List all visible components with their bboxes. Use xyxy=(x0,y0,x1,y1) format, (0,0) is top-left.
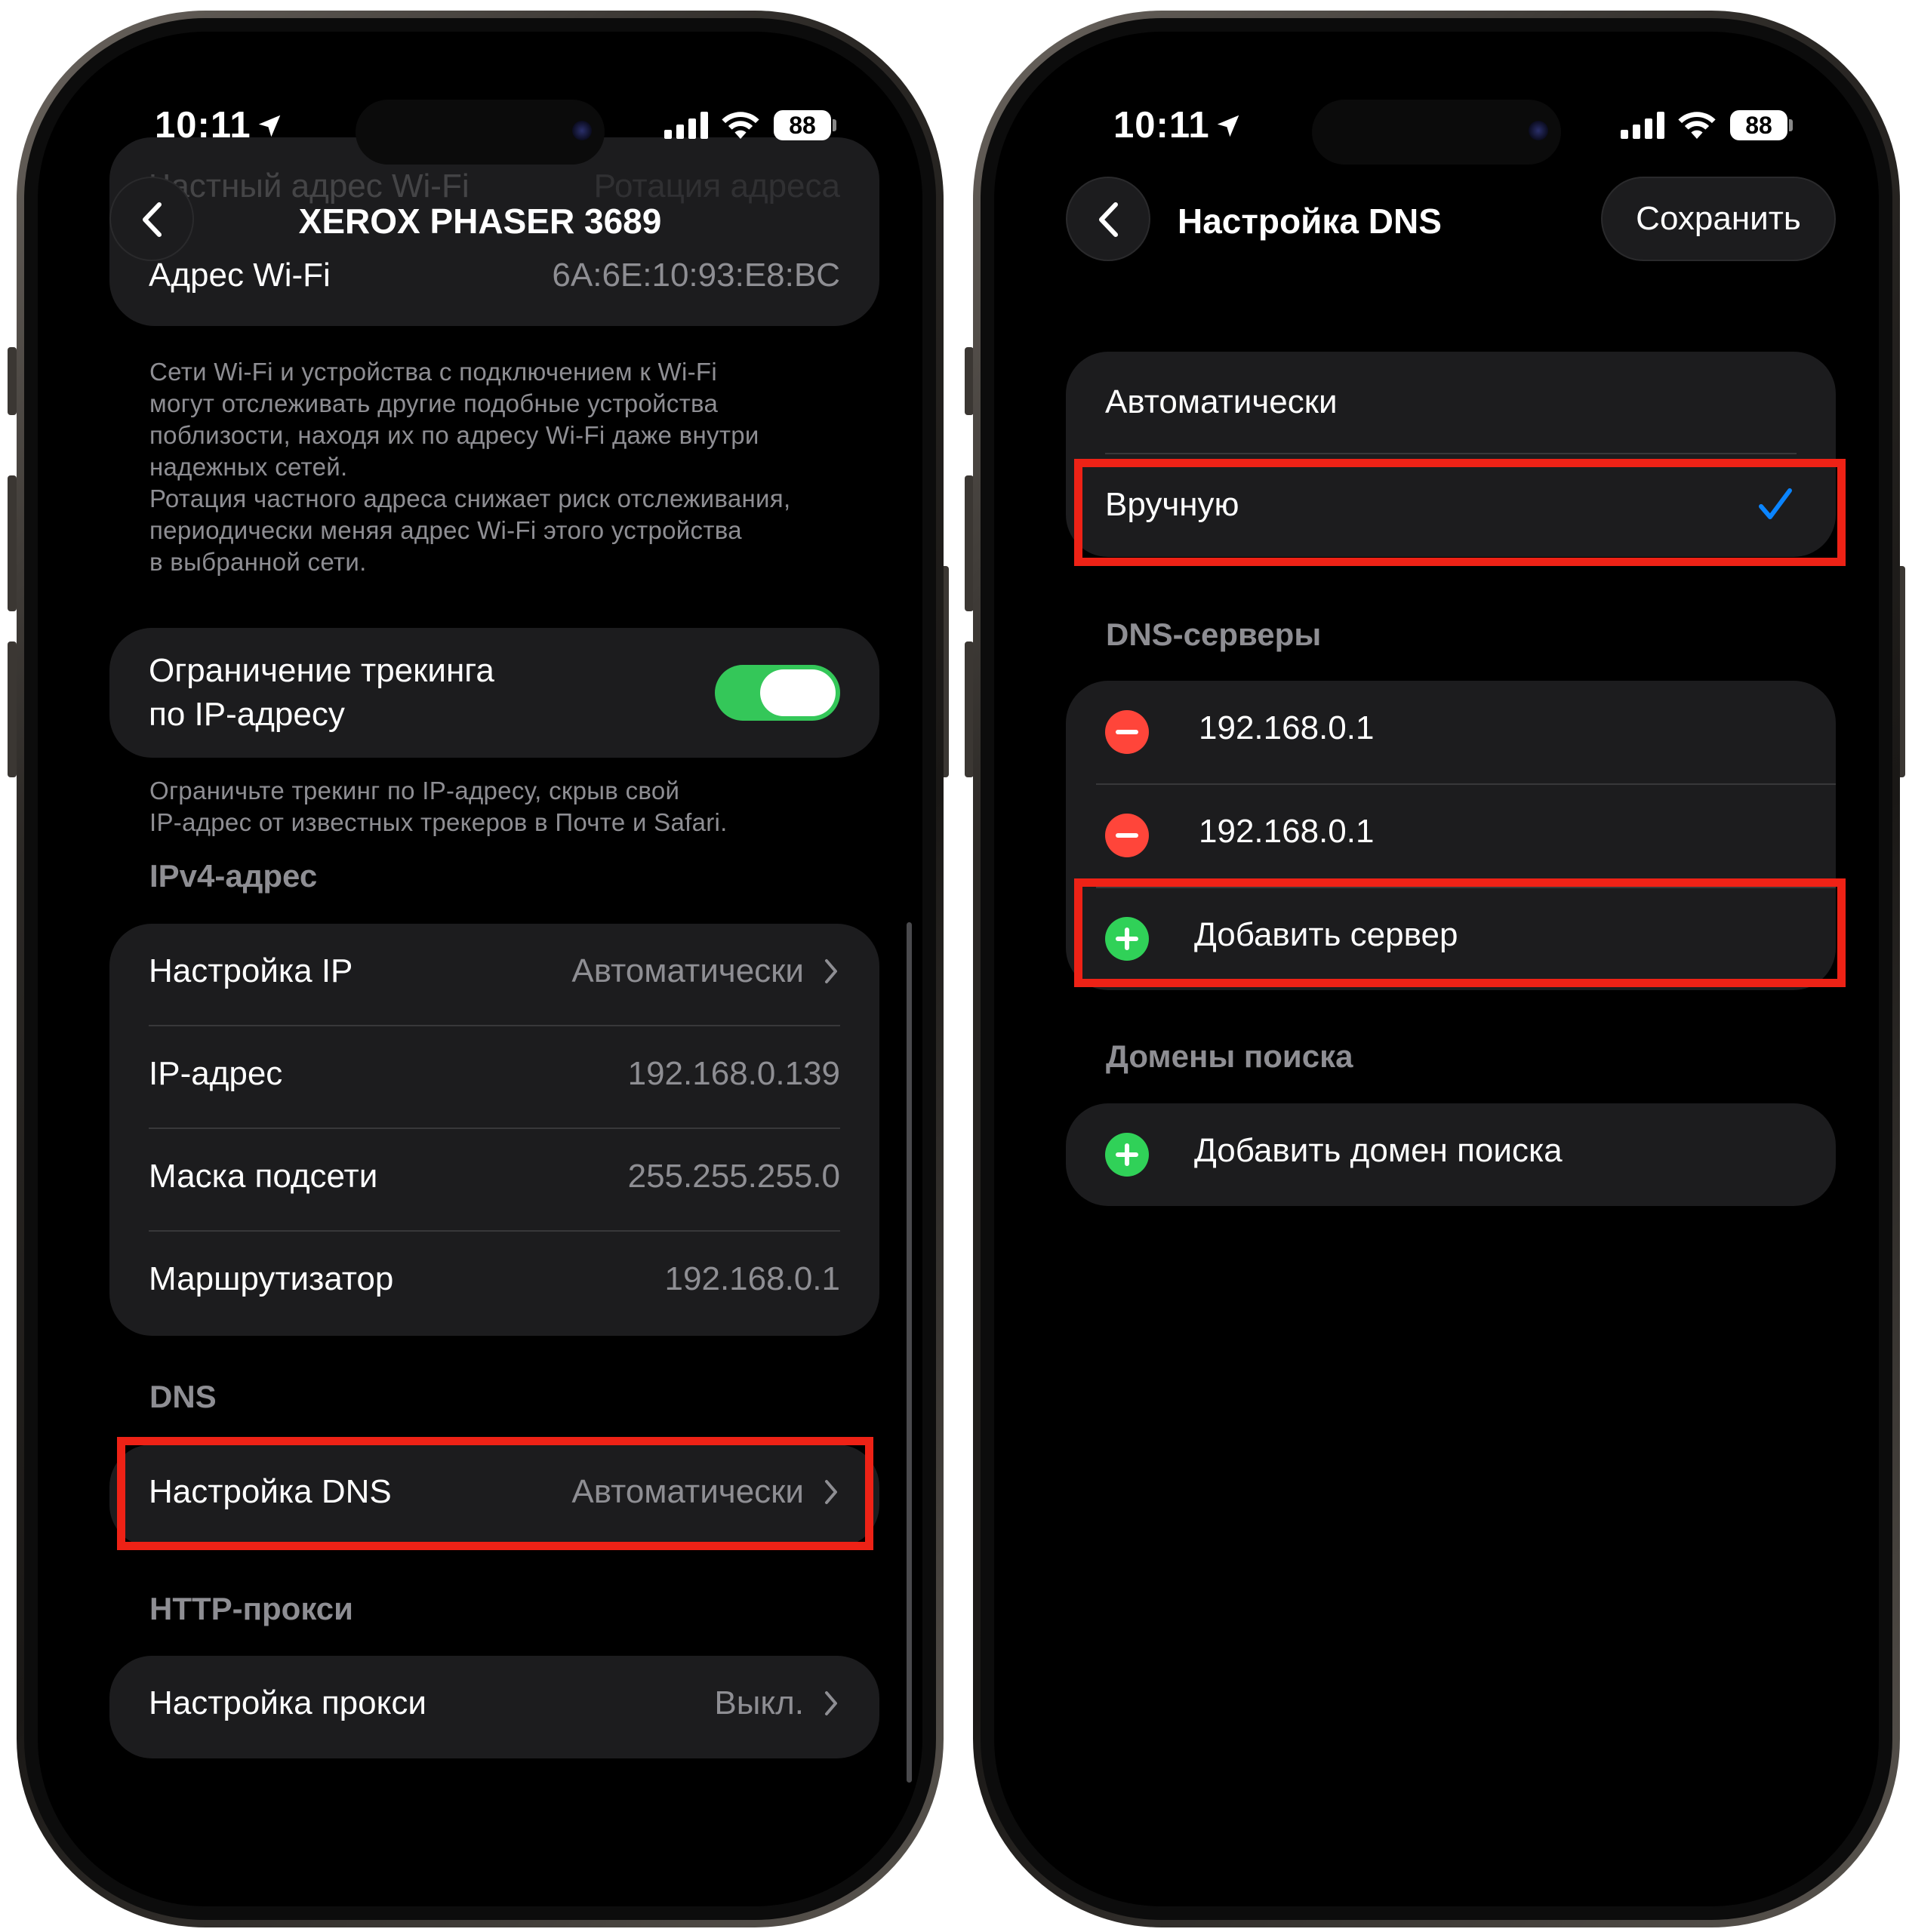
dns-server-address[interactable]: 192.168.0.1 xyxy=(1199,813,1374,851)
add-icon xyxy=(1105,1133,1149,1177)
footnote-line: IP-адрес от известных трекеров в Почте и… xyxy=(149,808,728,836)
dns-servers-header: DNS-серверы xyxy=(1106,617,1322,652)
ip-address-label: IP-адрес xyxy=(149,1055,283,1092)
ip-tracking-label-line1: Ограничение трекинга xyxy=(149,652,494,689)
footnote-line: периодически меняя адрес Wi-Fi этого уст… xyxy=(149,516,742,544)
camera-icon xyxy=(1529,121,1548,140)
wifi-icon xyxy=(1678,112,1716,139)
cellular-signal-icon xyxy=(1621,112,1664,139)
dns-header: DNS xyxy=(149,1379,217,1414)
dynamic-island xyxy=(356,100,605,165)
battery-tip xyxy=(833,119,836,131)
ip-tracking-label-line2: по IP-адресу xyxy=(149,696,345,733)
chevron-right-icon xyxy=(825,1691,837,1715)
status-bar: 10:11 88 xyxy=(38,100,922,165)
scrollbar[interactable] xyxy=(907,922,912,1783)
dns-config-highlight xyxy=(117,1437,873,1550)
wifi-address-footnote: Сети Wi-Fi и устройства с подключением к… xyxy=(149,356,790,578)
ip-tracking-footnote: Ограничьте трекинг по IP-адресу, скрыв с… xyxy=(149,775,728,838)
right-phone: 10:11 88 Настройка DNS Сохранить Автомат xyxy=(973,11,1900,1927)
subnet-mask-value: 255.255.255.0 xyxy=(627,1158,840,1195)
action-button xyxy=(8,347,17,415)
ip-tracking-card: Ограничение трекинга по IP-адресу xyxy=(109,628,879,758)
ip-tracking-label: Ограничение трекинга по IP-адресу xyxy=(149,649,494,737)
search-domains-header: Домены поиска xyxy=(1106,1038,1353,1074)
proxy-config-value: Выкл. xyxy=(714,1684,804,1721)
ipv4-card: Настройка IP Автоматически IP-адрес 192.… xyxy=(109,924,879,1336)
ip-config-label: Настройка IP xyxy=(149,952,353,989)
delete-server-icon[interactable] xyxy=(1105,814,1149,857)
status-time: 10:11 xyxy=(1113,105,1210,146)
status-time: 10:11 xyxy=(155,105,251,146)
dns-server-row[interactable]: 192.168.0.1 xyxy=(1066,681,1836,783)
separator xyxy=(149,1128,840,1129)
wifi-details-screen: Частный адрес Wi-Fi Ротация адреса Адрес… xyxy=(38,32,922,1906)
camera-icon xyxy=(572,121,592,140)
left-phone: Частный адрес Wi-Fi Ротация адреса Адрес… xyxy=(17,11,944,1927)
dynamic-island xyxy=(1312,100,1561,165)
footnote-line: Сети Wi-Fi и устройства с подключением к… xyxy=(149,358,717,386)
router-label: Маршрутизатор xyxy=(149,1260,394,1297)
status-bar: 10:11 88 xyxy=(994,100,1879,165)
back-button[interactable] xyxy=(1066,177,1150,261)
private-address-label: Частный адрес Wi-Fi xyxy=(149,168,470,205)
manual-mode-highlight xyxy=(1074,459,1846,566)
private-address-value: Ротация адреса xyxy=(593,168,840,205)
delete-server-icon[interactable] xyxy=(1105,710,1149,754)
cellular-signal-icon xyxy=(664,112,708,139)
footnote-line: поблизости, находя их по адресу Wi-Fi да… xyxy=(149,421,759,449)
nav-title: XEROX PHASER 3689 xyxy=(298,202,662,241)
footnote-line: Ротация частного адреса снижает риск отс… xyxy=(149,485,791,512)
add-server-highlight xyxy=(1074,878,1846,987)
ipv4-header: IPv4-адрес xyxy=(149,858,318,894)
separator xyxy=(1105,453,1797,454)
footnote-line: могут отслеживать другие подобные устрой… xyxy=(149,389,719,417)
battery-tip xyxy=(1789,119,1793,131)
separator xyxy=(149,1230,840,1232)
subnet-mask-label: Маска подсети xyxy=(149,1158,378,1195)
wifi-icon xyxy=(722,112,759,139)
chevron-right-icon xyxy=(825,959,837,983)
proxy-header: HTTP-прокси xyxy=(149,1591,353,1626)
add-domain-label: Добавить домен поиска xyxy=(1194,1132,1563,1169)
footnote-line: надежных сетей. xyxy=(149,453,348,481)
dns-server-address[interactable]: 192.168.0.1 xyxy=(1199,709,1374,747)
ip-config-value: Автоматически xyxy=(571,952,804,989)
mode-automatic-label: Автоматически xyxy=(1105,383,1338,420)
wifi-address-value: 6A:6E:10:93:E8:BC xyxy=(552,257,840,294)
separator xyxy=(149,1025,840,1026)
footnote-line: Ограничьте трекинг по IP-адресу, скрыв с… xyxy=(149,777,680,804)
nav-title: Настройка DNS xyxy=(1178,202,1442,241)
volume-up-button xyxy=(8,475,17,611)
ip-address-value: 192.168.0.139 xyxy=(627,1055,840,1092)
router-value: 192.168.0.1 xyxy=(664,1260,840,1297)
dns-server-row[interactable]: 192.168.0.1 xyxy=(1066,784,1836,887)
footnote-line: в выбранной сети. xyxy=(149,548,367,576)
wifi-address-label: Адрес Wi-Fi xyxy=(149,257,331,294)
volume-down-button xyxy=(8,641,17,777)
chevron-left-icon xyxy=(1099,202,1118,237)
save-button[interactable]: Сохранить xyxy=(1601,177,1836,261)
proxy-card: Настройка прокси Выкл. xyxy=(109,1656,879,1758)
location-arrow-icon xyxy=(258,115,281,137)
proxy-config-label: Настройка прокси xyxy=(149,1684,426,1721)
battery-indicator: 88 xyxy=(774,110,831,140)
battery-indicator: 88 xyxy=(1730,110,1787,140)
ip-tracking-toggle[interactable] xyxy=(715,665,840,721)
dns-settings-screen: 10:11 88 Настройка DNS Сохранить Автомат xyxy=(994,32,1879,1906)
toggle-knob xyxy=(760,669,836,716)
search-domains-card: Добавить домен поиска xyxy=(1066,1103,1836,1206)
location-arrow-icon xyxy=(1217,115,1239,137)
add-domain-row[interactable]: Добавить домен поиска xyxy=(1066,1103,1836,1206)
